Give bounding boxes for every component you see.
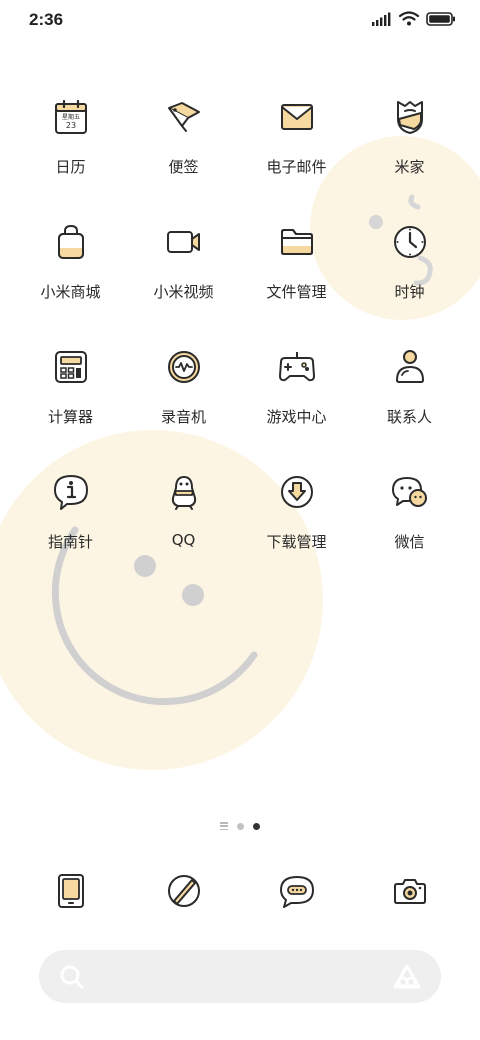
app-qq[interactable]: QQ [127, 463, 240, 588]
status-time: 2:36 [29, 10, 64, 29]
search-icon[interactable] [59, 964, 85, 990]
app-file-manager[interactable]: 文件管理 [240, 213, 353, 338]
notes-icon [156, 88, 212, 146]
dock-camera[interactable] [353, 862, 466, 920]
app-label: 计算器 [47, 408, 93, 426]
page-dot-1[interactable] [237, 822, 244, 830]
battery-icon [426, 11, 455, 26]
contacts-icon [382, 338, 438, 396]
calculator-icon [43, 338, 99, 396]
app-label: QQ [171, 531, 196, 549]
mail-icon [269, 88, 325, 146]
app-contacts[interactable]: 联系人 [353, 338, 466, 463]
dock-phone[interactable] [14, 862, 127, 920]
app-label: 便签 [168, 158, 199, 176]
video-camera-icon [156, 213, 212, 271]
app-recorder[interactable]: 录音机 [127, 338, 240, 463]
app-label: 电子邮件 [266, 158, 327, 176]
recorder-icon [156, 338, 212, 396]
app-calculator[interactable]: 计算器 [14, 338, 127, 463]
app-label: 联系人 [386, 408, 432, 426]
app-wechat[interactable]: 微信 [353, 463, 466, 588]
app-mijia[interactable]: 米家 [353, 88, 466, 213]
app-mi-store[interactable]: 小米商城 [14, 213, 127, 338]
status-bar: 2:36 [0, 0, 480, 40]
page-indicator[interactable] [0, 822, 480, 830]
clock-icon [382, 213, 438, 271]
app-calendar[interactable]: 星期五 23 日历 [14, 88, 127, 213]
app-label: 时钟 [394, 283, 425, 301]
app-label: 小米商城 [40, 283, 101, 301]
folder-icon [269, 213, 325, 271]
wifi-icon [399, 11, 419, 26]
feed-page-indicator-icon[interactable] [220, 822, 228, 830]
page-dot-2-active[interactable] [253, 822, 260, 830]
dock-browser[interactable] [127, 862, 240, 920]
qq-penguin-icon [156, 463, 212, 521]
mijia-icon [382, 88, 438, 146]
download-icon [269, 463, 325, 521]
app-label: 下载管理 [266, 533, 327, 551]
camera-icon [382, 862, 438, 920]
phone-icon [43, 862, 99, 920]
calendar-icon: 星期五 23 [43, 88, 99, 146]
app-label: 日历 [55, 158, 86, 176]
dock [14, 862, 466, 920]
browser-icon [156, 862, 212, 920]
messages-icon [269, 862, 325, 920]
app-label: 文件管理 [266, 283, 327, 301]
app-mail[interactable]: 电子邮件 [240, 88, 353, 213]
gamepad-icon [269, 338, 325, 396]
shopping-bag-icon [43, 213, 99, 271]
assistant-icon[interactable] [392, 963, 422, 991]
app-label: 游戏中心 [266, 408, 327, 426]
status-icons [372, 11, 456, 26]
app-game-center[interactable]: 游戏中心 [240, 338, 353, 463]
dock-messages[interactable] [240, 862, 353, 920]
search-bar[interactable] [39, 950, 441, 1003]
wechat-icon [382, 463, 438, 521]
app-downloads[interactable]: 下载管理 [240, 463, 353, 588]
app-label: 指南针 [47, 533, 93, 551]
compass-icon [43, 463, 99, 521]
app-notes[interactable]: 便签 [127, 88, 240, 213]
app-grid: 星期五 23 日历 便签 电子邮件 米家 小米商城 小米视频 文件管理 时钟 计… [14, 88, 466, 588]
app-mi-video[interactable]: 小米视频 [127, 213, 240, 338]
app-clock[interactable]: 时钟 [353, 213, 466, 338]
app-label: 小米视频 [153, 283, 214, 301]
calendar-day: 23 [65, 121, 75, 130]
signal-icon [372, 12, 391, 26]
app-compass[interactable]: 指南针 [14, 463, 127, 588]
app-label: 微信 [394, 533, 425, 551]
app-label: 录音机 [160, 408, 206, 426]
app-label: 米家 [394, 158, 425, 176]
calendar-weekday: 星期五 [61, 113, 79, 121]
